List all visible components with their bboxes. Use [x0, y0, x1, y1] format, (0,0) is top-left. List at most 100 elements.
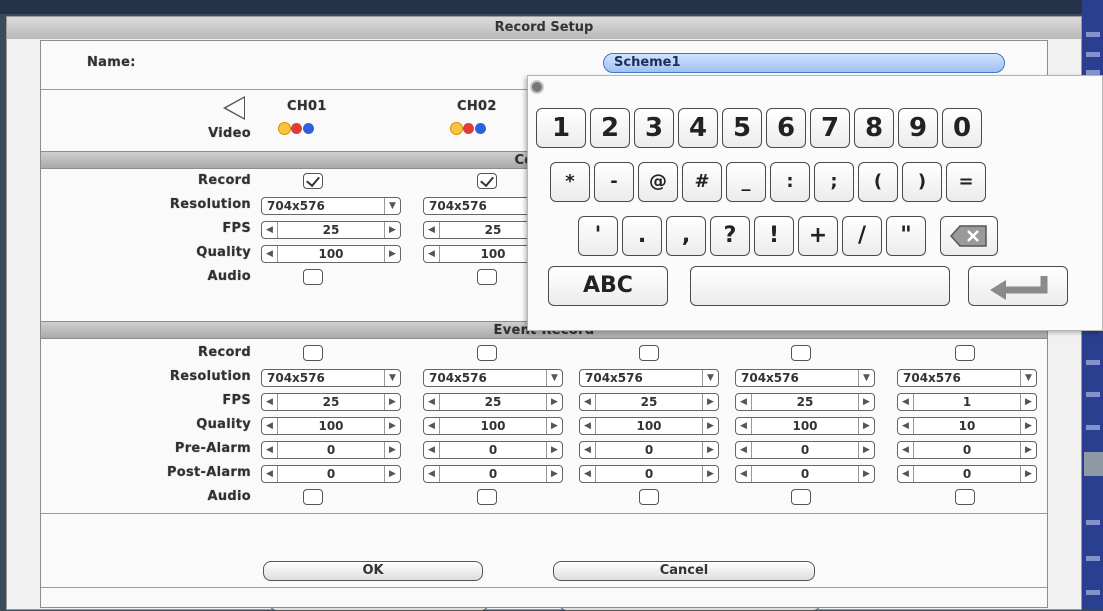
key-7[interactable]: 7 — [810, 108, 850, 148]
key-underscore[interactable]: _ — [726, 162, 766, 202]
key-quote[interactable]: " — [886, 216, 926, 256]
cancel-button[interactable]: Cancel — [553, 561, 815, 581]
audio-checkbox[interactable] — [477, 489, 497, 505]
increment-icon[interactable]: ▶ — [1020, 394, 1036, 410]
increment-icon[interactable]: ▶ — [702, 442, 718, 458]
decrement-icon[interactable]: ◀ — [424, 466, 440, 482]
resolution-dropdown[interactable]: 704x576 ▼ — [423, 369, 563, 387]
decrement-icon[interactable]: ◀ — [424, 246, 440, 262]
color-settings-icon[interactable] — [279, 123, 319, 137]
increment-icon[interactable]: ▶ — [858, 466, 874, 482]
previous-channels-icon[interactable] — [223, 96, 245, 120]
audio-checkbox[interactable] — [303, 489, 323, 505]
post-alarm-stepper[interactable]: ◀ 0 ▶ — [735, 465, 875, 483]
increment-icon[interactable]: ▶ — [384, 246, 400, 262]
resolution-dropdown[interactable]: 704x576 ▼ — [261, 197, 401, 215]
decrement-icon[interactable]: ◀ — [736, 394, 752, 410]
audio-checkbox[interactable] — [303, 269, 323, 285]
key-4[interactable]: 4 — [678, 108, 718, 148]
key-open-paren[interactable]: ( — [858, 162, 898, 202]
key-at[interactable]: @ — [638, 162, 678, 202]
decrement-icon[interactable]: ◀ — [580, 394, 596, 410]
increment-icon[interactable]: ▶ — [702, 466, 718, 482]
rail-scroll-handle[interactable] — [1084, 452, 1103, 476]
key-dash[interactable]: - — [594, 162, 634, 202]
key-2[interactable]: 2 — [590, 108, 630, 148]
decrement-icon[interactable]: ◀ — [898, 418, 914, 434]
key-semicolon[interactable]: ; — [814, 162, 854, 202]
key-apostrophe[interactable]: ' — [578, 216, 618, 256]
decrement-icon[interactable]: ◀ — [898, 466, 914, 482]
increment-icon[interactable]: ▶ — [1020, 442, 1036, 458]
enter-arrow-icon[interactable] — [968, 266, 1068, 306]
resolution-dropdown[interactable]: 704x576 ▼ — [897, 369, 1037, 387]
increment-icon[interactable]: ▶ — [384, 222, 400, 238]
record-checkbox[interactable] — [477, 345, 497, 361]
audio-checkbox[interactable] — [639, 489, 659, 505]
record-checkbox[interactable] — [303, 345, 323, 361]
key-8[interactable]: 8 — [854, 108, 894, 148]
audio-checkbox[interactable] — [791, 489, 811, 505]
increment-icon[interactable]: ▶ — [546, 442, 562, 458]
pre-alarm-stepper[interactable]: ◀ 0 ▶ — [579, 441, 719, 459]
decrement-icon[interactable]: ◀ — [898, 442, 914, 458]
decrement-icon[interactable]: ◀ — [580, 466, 596, 482]
increment-icon[interactable]: ▶ — [546, 394, 562, 410]
key-colon[interactable]: : — [770, 162, 810, 202]
decrement-icon[interactable]: ◀ — [736, 466, 752, 482]
decrement-icon[interactable]: ◀ — [262, 246, 278, 262]
record-checkbox[interactable] — [639, 345, 659, 361]
post-alarm-stepper[interactable]: ◀ 0 ▶ — [423, 465, 563, 483]
key-0[interactable]: 0 — [942, 108, 982, 148]
color-settings-icon[interactable] — [451, 123, 491, 137]
decrement-icon[interactable]: ◀ — [580, 418, 596, 434]
increment-icon[interactable]: ▶ — [858, 394, 874, 410]
increment-icon[interactable]: ▶ — [702, 394, 718, 410]
decrement-icon[interactable]: ◀ — [424, 222, 440, 238]
decrement-icon[interactable]: ◀ — [424, 394, 440, 410]
decrement-icon[interactable]: ◀ — [424, 418, 440, 434]
post-alarm-stepper[interactable]: ◀ 0 ▶ — [261, 465, 401, 483]
post-alarm-stepper[interactable]: ◀ 0 ▶ — [579, 465, 719, 483]
pre-alarm-stepper[interactable]: ◀ 0 ▶ — [897, 441, 1037, 459]
decrement-icon[interactable]: ◀ — [424, 442, 440, 458]
increment-icon[interactable]: ▶ — [384, 466, 400, 482]
key-plus[interactable]: + — [798, 216, 838, 256]
increment-icon[interactable]: ▶ — [702, 418, 718, 434]
decrement-icon[interactable]: ◀ — [736, 442, 752, 458]
space-key[interactable] — [690, 266, 950, 306]
quality-stepper[interactable]: ◀ 100 ▶ — [261, 417, 401, 435]
key-exclamation[interactable]: ! — [754, 216, 794, 256]
key-period[interactable]: . — [622, 216, 662, 256]
key-6[interactable]: 6 — [766, 108, 806, 148]
decrement-icon[interactable]: ◀ — [262, 466, 278, 482]
increment-icon[interactable]: ▶ — [1020, 466, 1036, 482]
quality-stepper[interactable]: ◀ 10 ▶ — [897, 417, 1037, 435]
fps-stepper[interactable]: ◀ 1 ▶ — [897, 393, 1037, 411]
key-3[interactable]: 3 — [634, 108, 674, 148]
record-checkbox[interactable] — [791, 345, 811, 361]
resolution-dropdown[interactable]: 704x576 ▼ — [261, 369, 401, 387]
pre-alarm-stepper[interactable]: ◀ 0 ▶ — [261, 441, 401, 459]
decrement-icon[interactable]: ◀ — [262, 222, 278, 238]
increment-icon[interactable]: ▶ — [384, 418, 400, 434]
backspace-icon[interactable] — [940, 216, 998, 256]
pre-alarm-stepper[interactable]: ◀ 0 ▶ — [423, 441, 563, 459]
key-asterisk[interactable]: * — [550, 162, 590, 202]
abc-mode-key[interactable]: ABC — [548, 266, 668, 306]
quality-stepper[interactable]: ◀ 100 ▶ — [735, 417, 875, 435]
decrement-icon[interactable]: ◀ — [736, 418, 752, 434]
key-1[interactable]: 1 — [536, 108, 586, 148]
ok-button[interactable]: OK — [263, 561, 483, 581]
increment-icon[interactable]: ▶ — [384, 394, 400, 410]
fps-stepper[interactable]: ◀ 25 ▶ — [579, 393, 719, 411]
name-field[interactable]: Scheme1 — [603, 53, 1005, 73]
key-5[interactable]: 5 — [722, 108, 762, 148]
key-close-paren[interactable]: ) — [902, 162, 942, 202]
increment-icon[interactable]: ▶ — [858, 418, 874, 434]
increment-icon[interactable]: ▶ — [546, 466, 562, 482]
increment-icon[interactable]: ▶ — [384, 442, 400, 458]
post-alarm-stepper[interactable]: ◀ 0 ▶ — [897, 465, 1037, 483]
decrement-icon[interactable]: ◀ — [898, 394, 914, 410]
audio-checkbox[interactable] — [955, 489, 975, 505]
